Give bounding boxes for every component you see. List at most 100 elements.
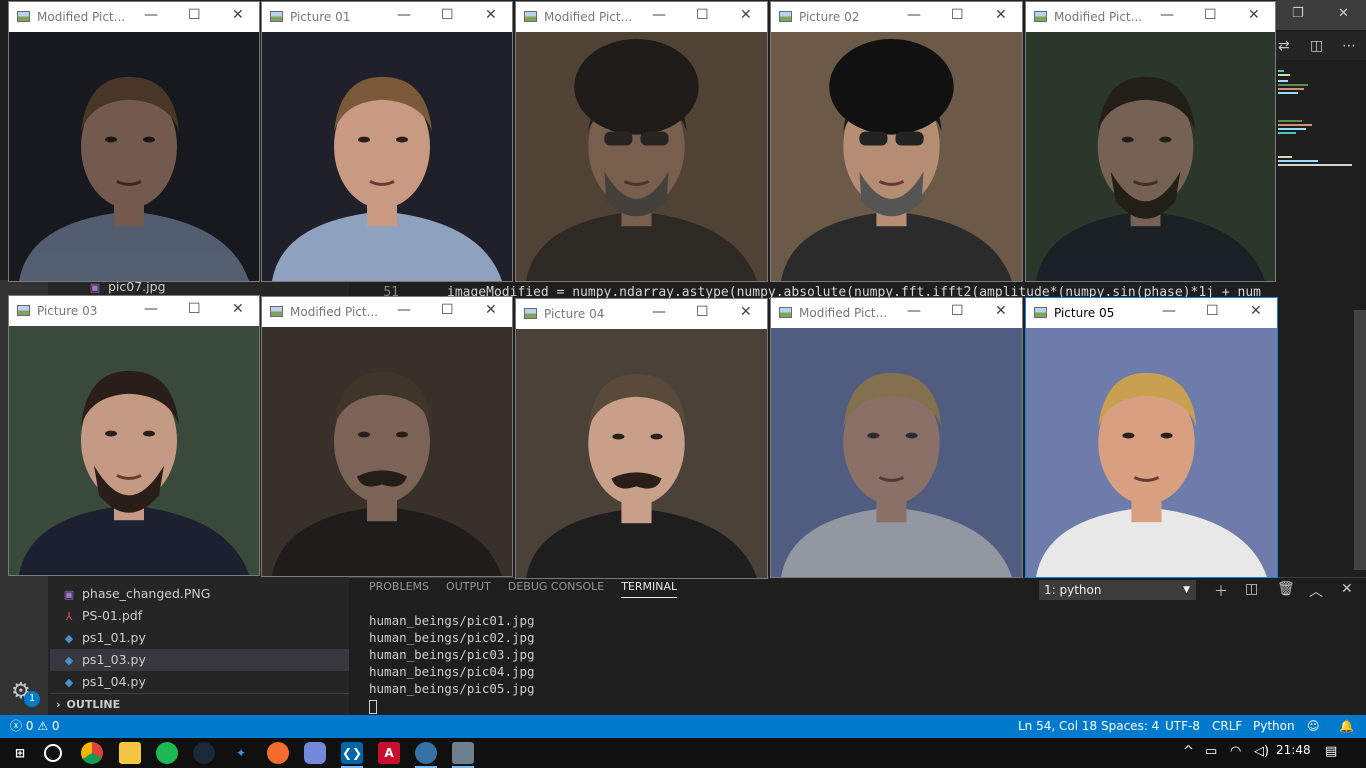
file-item[interactable]: ⅄ PS-01.pdf — [50, 605, 349, 627]
windows-start-icon[interactable]: ⊞ — [9, 742, 31, 764]
minimap[interactable] — [1276, 60, 1354, 580]
chrome-icon[interactable] — [81, 742, 103, 764]
close-icon[interactable]: ✕ — [995, 7, 1007, 23]
more-actions-icon[interactable]: ⋯ — [1342, 38, 1356, 54]
window-title-bar[interactable]: Picture 02 — ☐ ✕ — [771, 2, 1022, 32]
minimize-icon[interactable]: — — [907, 303, 921, 319]
maximize-icon[interactable]: ☐ — [441, 302, 454, 318]
close-icon[interactable]: ✕ — [740, 304, 752, 320]
window-title-bar[interactable]: Modified Pict... — ☐ ✕ — [9, 2, 259, 32]
steam-icon[interactable] — [193, 742, 215, 764]
window-title-bar[interactable]: Modified Pict... — ☐ ✕ — [771, 298, 1022, 328]
maximize-icon[interactable]: ☐ — [441, 7, 454, 23]
discord-icon[interactable] — [304, 742, 326, 764]
maximize-icon[interactable]: ☐ — [951, 303, 964, 319]
origin-icon[interactable] — [267, 742, 289, 764]
tab-terminal[interactable]: TERMINAL — [621, 580, 678, 598]
indentation[interactable]: Spaces: 4 — [1101, 715, 1159, 738]
file-explorer-icon[interactable] — [119, 742, 141, 764]
window-title-bar[interactable]: Modified Pict... — ☐ ✕ — [1026, 2, 1275, 32]
image-window[interactable]: Modified Pict... — ☐ ✕ — [8, 1, 260, 282]
maximize-panel-icon[interactable]: ︿ — [1309, 581, 1323, 601]
maximize-icon[interactable]: ☐ — [696, 7, 709, 23]
minimize-icon[interactable]: — — [652, 304, 666, 320]
outline-section[interactable]: › OUTLINE — [50, 693, 349, 715]
add-terminal-icon[interactable]: ＋ — [1214, 581, 1228, 601]
image-window[interactable]: Picture 01 — ☐ ✕ — [261, 1, 513, 282]
close-icon[interactable]: ✕ — [232, 301, 244, 317]
chevron-up-icon[interactable]: ^ — [1183, 744, 1194, 759]
close-icon[interactable]: ✕ — [485, 302, 497, 318]
maximize-icon[interactable]: ☐ — [951, 7, 964, 23]
image-window[interactable]: Modified Pict... — ☐ ✕ — [515, 1, 768, 282]
file-item[interactable]: ◆ ps1_01.py — [50, 627, 349, 649]
split-editor-icon[interactable]: ◫ — [1310, 38, 1323, 54]
image-window[interactable]: Picture 04 — ☐ ✕ — [515, 298, 768, 579]
file-item[interactable]: ▣ phase_changed.PNG — [50, 583, 349, 605]
minimize-icon[interactable]: — — [397, 7, 411, 23]
file-item[interactable]: ◆ ps1_03.py — [50, 649, 349, 671]
encoding[interactable]: UTF-8 — [1165, 715, 1200, 738]
python-window-icon[interactable] — [452, 742, 474, 768]
split-terminal-icon[interactable]: ◫ — [1245, 581, 1258, 597]
bell-icon[interactable]: 🔔 — [1339, 715, 1354, 738]
image-window[interactable]: Modified Pict... — ☐ ✕ — [1025, 1, 1276, 282]
minimize-icon[interactable]: — — [652, 7, 666, 23]
volume-icon[interactable]: ◁) — [1254, 744, 1269, 759]
file-item[interactable]: ◆ ps1_04.py — [50, 671, 349, 693]
close-icon[interactable]: ✕ — [232, 7, 244, 23]
code-tool-icon[interactable]: ✦ — [230, 742, 252, 764]
close-panel-icon[interactable]: ✕ — [1341, 581, 1353, 597]
close-icon[interactable]: ✕ — [995, 303, 1007, 319]
maximize-icon[interactable]: ☐ — [188, 7, 201, 23]
maximize-icon[interactable]: ☐ — [1206, 303, 1219, 319]
line-ending[interactable]: CRLF — [1212, 715, 1242, 738]
window-title-bar[interactable]: Modified Pict... — ☐ ✕ — [516, 2, 767, 32]
close-icon[interactable]: ✕ — [485, 7, 497, 23]
minimize-icon[interactable]: — — [397, 302, 411, 318]
feedback-icon[interactable]: ☺ — [1307, 715, 1320, 738]
image-window[interactable]: Picture 02 — ☐ ✕ — [770, 1, 1023, 282]
close-icon[interactable]: ✕ — [1248, 7, 1260, 23]
spotify-icon[interactable] — [156, 742, 178, 764]
language-mode[interactable]: Python — [1253, 715, 1295, 738]
minimize-icon[interactable]: — — [1160, 7, 1174, 23]
minimize-icon[interactable]: — — [144, 301, 158, 317]
terminal-output[interactable]: human_beings/pic01.jpg human_beings/pic02… — [369, 612, 535, 714]
tab-problems[interactable]: PROBLEMS — [369, 580, 429, 597]
problems-status[interactable]: ⓧ 0 ⚠ 0 — [10, 715, 60, 738]
vscode-icon[interactable]: ❮❯ — [341, 742, 363, 768]
close-icon[interactable]: ✕ — [1338, 6, 1349, 21]
image-window[interactable]: Picture 05 — ☐ ✕ — [1025, 297, 1278, 578]
maximize-icon[interactable]: ☐ — [1204, 7, 1217, 23]
acrobat-icon[interactable]: A — [378, 742, 400, 764]
maximize-icon[interactable]: ☐ — [696, 304, 709, 320]
editor-scroll-thumb[interactable] — [1354, 310, 1366, 570]
window-title-bar[interactable]: Picture 01 — ☐ ✕ — [262, 2, 512, 32]
close-icon[interactable]: ✕ — [740, 7, 752, 23]
tab-debug-console[interactable]: DEBUG CONSOLE — [508, 580, 604, 597]
window-title-bar[interactable]: Picture 04 — ☐ ✕ — [516, 299, 767, 329]
window-title-bar[interactable]: Picture 03 — ☐ ✕ — [9, 296, 259, 326]
tab-output[interactable]: OUTPUT — [446, 580, 491, 597]
open-changes-icon[interactable]: ⇄ — [1278, 38, 1290, 54]
image-window[interactable]: Modified Pict... — ☐ ✕ — [261, 296, 513, 577]
close-icon[interactable]: ✕ — [1250, 303, 1262, 319]
cursor-position[interactable]: Ln 54, Col 18 — [1018, 715, 1097, 738]
cortana-icon[interactable] — [44, 744, 62, 762]
minimize-icon[interactable]: — — [144, 7, 158, 23]
terminal-select[interactable]: 1: python ▼ — [1039, 580, 1196, 600]
maximize-icon[interactable]: ☐ — [188, 301, 201, 317]
restore-icon[interactable]: ❐ — [1292, 6, 1304, 21]
trash-icon[interactable]: 🗑 — [1277, 581, 1295, 597]
wifi-icon[interactable]: ◠ — [1230, 744, 1241, 759]
python-icon[interactable] — [415, 742, 437, 768]
minimize-icon[interactable]: — — [907, 7, 921, 23]
window-title-bar[interactable]: Modified Pict... — ☐ ✕ — [262, 297, 512, 327]
notification-icon[interactable]: ▤ — [1325, 744, 1337, 759]
clock[interactable]: 21:48 — [1276, 743, 1311, 757]
battery-icon[interactable]: ▭ — [1205, 744, 1217, 759]
image-window[interactable]: Picture 03 — ☐ ✕ — [8, 295, 260, 576]
window-title-bar[interactable]: Picture 05 — ☐ ✕ — [1026, 298, 1277, 328]
image-window[interactable]: Modified Pict... — ☐ ✕ — [770, 297, 1023, 578]
